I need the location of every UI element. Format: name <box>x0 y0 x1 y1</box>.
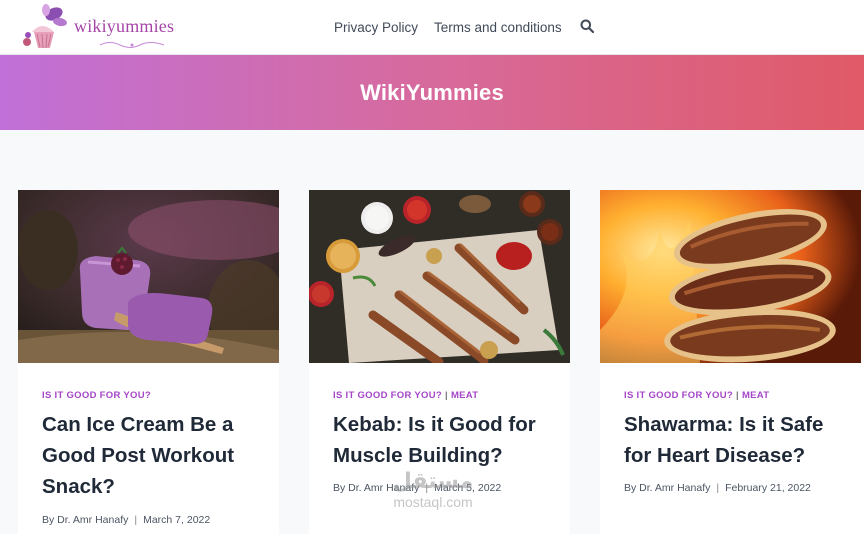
post-image-kebab[interactable] <box>309 190 570 363</box>
post-card[interactable]: IS IT GOOD FOR YOU? | MEAT Shawarma: Is it… <box>600 190 864 534</box>
meta-divider: | <box>716 482 720 494</box>
category-link[interactable]: IS IT GOOD FOR YOU? <box>333 390 442 401</box>
post-image-shawarma[interactable] <box>600 190 861 363</box>
meta-divider: | <box>425 482 429 494</box>
post-category: IS IT GOOD FOR YOU? <box>42 390 151 401</box>
post-author[interactable]: By Dr. Amr Hanafy <box>333 482 419 494</box>
hero-title: WikiYummies <box>360 79 504 105</box>
post-author[interactable]: By Dr. Amr Hanafy <box>42 514 128 526</box>
post-meta: By Dr. Amr Hanafy | February 21, 2022 <box>624 482 811 494</box>
post-title[interactable]: Shawarma: Is it Safe for Heart Disease? <box>624 409 849 471</box>
nav-privacy-policy[interactable]: Privacy Policy <box>334 20 418 35</box>
post-title[interactable]: Can Ice Cream Be a Good Post Workout Sna… <box>42 409 267 502</box>
site-logo[interactable]: wikiyummies <box>18 2 174 52</box>
category-link[interactable]: IS IT GOOD FOR YOU? <box>624 390 733 401</box>
post-date: March 5, 2022 <box>434 482 502 494</box>
post-meta: By Dr. Amr Hanafy | March 7, 2022 <box>42 514 210 526</box>
category-link[interactable]: IS IT GOOD FOR YOU? <box>42 390 151 401</box>
hero-banner: WikiYummies <box>0 55 864 130</box>
meta-divider: | <box>134 514 138 526</box>
post-category: IS IT GOOD FOR YOU? | MEAT <box>624 390 769 401</box>
cupcake-logo-icon <box>23 4 67 49</box>
category-link-meat[interactable]: MEAT <box>451 390 478 401</box>
category-divider: | <box>735 390 739 401</box>
post-author[interactable]: By Dr. Amr Hanafy <box>624 482 710 494</box>
post-card[interactable]: IS IT GOOD FOR YOU? | MEAT Kebab: Is it Go… <box>309 190 570 534</box>
post-category: IS IT GOOD FOR YOU? | MEAT <box>333 390 478 401</box>
flourish-icon <box>99 42 165 48</box>
post-title[interactable]: Kebab: Is it Good for Muscle Building? <box>333 409 558 471</box>
site-header: wikiyummies Privacy Policy Terms and con… <box>0 0 864 55</box>
category-divider: | <box>444 390 448 401</box>
post-date: March 7, 2022 <box>143 514 211 526</box>
post-date: February 21, 2022 <box>725 482 811 494</box>
category-link-meat[interactable]: MEAT <box>742 390 769 401</box>
logo-text: wikiyummies <box>74 16 175 36</box>
post-meta: By Dr. Amr Hanafy | March 5, 2022 <box>333 482 501 494</box>
post-card[interactable]: IS IT GOOD FOR YOU? Can Ice Cream Be a G… <box>18 190 279 534</box>
post-image-ice-cream[interactable] <box>18 190 279 363</box>
nav-terms-and-conditions[interactable]: Terms and conditions <box>434 20 562 35</box>
search-icon[interactable] <box>580 19 596 35</box>
main-nav: Privacy Policy Terms and conditions <box>334 19 596 35</box>
